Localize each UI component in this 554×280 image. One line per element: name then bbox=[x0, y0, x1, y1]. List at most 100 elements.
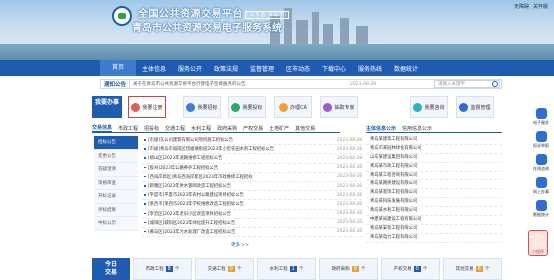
stat-traffic[interactable]: 交通工程 0 个 bbox=[195, 258, 254, 280]
list-item[interactable]: 青岛某科技发展有限公司 bbox=[366, 198, 502, 208]
nav-download[interactable]: 下载中心 bbox=[316, 64, 352, 73]
list-item[interactable]: 青岛某装饰工程有限公司 bbox=[366, 189, 502, 199]
tab-property[interactable]: 产权交易 bbox=[243, 125, 263, 132]
trade-tabs: 交易信息 市政工程 招投标 交通工程 水利工程 政府采购 产权交易 土地矿产 其… bbox=[92, 124, 340, 133]
side-tabs: 招标公告 变更公告 答疑澄清 资格审查 开标记录 评标结果 中标公示 bbox=[94, 136, 138, 231]
today-label: 今日 交易 bbox=[92, 258, 130, 280]
care-mode-link[interactable]: 关怀版 bbox=[533, 3, 548, 10]
more-link[interactable]: 更多 >> bbox=[231, 242, 249, 248]
building bbox=[296, 20, 308, 46]
list-item[interactable]: 青岛市某园林绿化有限公司 bbox=[366, 145, 502, 154]
stat-water[interactable]: 水利工程 1 个 bbox=[257, 258, 316, 280]
search-input[interactable]: 请输入关键字 bbox=[434, 80, 500, 88]
list-item[interactable]: 中建某局建设工程有限公司 bbox=[366, 216, 502, 225]
list-item[interactable]: 青岛某安装工程有限公司 bbox=[366, 225, 502, 234]
side-tab-qa[interactable]: 答疑澄清 bbox=[94, 163, 138, 177]
side-tab-opening[interactable]: 开标记录 bbox=[94, 190, 138, 204]
notice-date: 2023-08-28 bbox=[350, 81, 377, 87]
stat-other[interactable]: 其他交易 6 个 bbox=[443, 258, 502, 280]
accessibility-link[interactable]: 无障碍 bbox=[514, 3, 529, 10]
nav-entity-info[interactable]: 主体信息 bbox=[136, 64, 172, 73]
search-placeholder: 请输入关键字 bbox=[438, 82, 465, 87]
tab-water[interactable]: 水利工程 bbox=[191, 125, 211, 132]
list-item[interactable]: 青岛某市政工程有限公司 bbox=[366, 163, 502, 172]
notice-label[interactable]: 通知公告 bbox=[101, 80, 131, 88]
service-icon bbox=[535, 108, 547, 119]
tab-trade-info[interactable]: 交易信息 bbox=[92, 124, 113, 132]
side-tab-winning[interactable]: 中标公示 bbox=[94, 217, 138, 231]
stat-property[interactable]: 产权交易 0 个 bbox=[381, 258, 440, 280]
tab-other[interactable]: 其他交易 bbox=[295, 125, 315, 132]
nav-district-news[interactable]: 区市动态 bbox=[280, 64, 316, 73]
page-title: 全国公共资源交易平台 (山东省·青岛市) bbox=[138, 9, 289, 20]
expert-button[interactable]: 抽取专家 bbox=[320, 96, 358, 118]
float-service[interactable]: 电子服务 bbox=[530, 108, 552, 126]
entity-tabs: 主体信息公示 信用信息公示 bbox=[366, 124, 502, 133]
list-item[interactable]: [城阳区]城阳区2023年绿化提升工程招标公告 2023-08-28 bbox=[142, 219, 362, 228]
tab-traffic[interactable]: 交通工程 bbox=[165, 125, 185, 132]
stat-procurement[interactable]: 政府采购 0 个 bbox=[319, 258, 378, 280]
side-tab-evaluation[interactable]: 评标结果 bbox=[94, 203, 138, 217]
tab-land[interactable]: 土地矿产 bbox=[269, 125, 289, 132]
list-item[interactable]: 青岛某工程咨询有限公司 bbox=[366, 172, 502, 181]
building bbox=[312, 12, 319, 46]
list-item[interactable]: [西海岸新区]青岛西海岸新区2023年市政维修工程招标 2023-08-28 bbox=[142, 173, 362, 182]
nav-service-public[interactable]: 服务公开 bbox=[172, 64, 208, 73]
list-item[interactable]: 青岛某建筑工程有限公司 bbox=[366, 136, 502, 145]
float-complaint[interactable]: 投诉举报 bbox=[530, 131, 552, 149]
news-list: [市级]东公司建筑有限公司项目施工招标公告 2023-08-28 [市级]青岛市城… bbox=[142, 136, 362, 238]
consult-button[interactable]: 我要咨询 bbox=[410, 96, 448, 118]
supervise-button[interactable]: 监督管理 bbox=[456, 96, 494, 118]
mini-program-widget[interactable]: 小程序 bbox=[528, 230, 548, 256]
side-tab-change-notice[interactable]: 变更公告 bbox=[94, 149, 138, 163]
side-tab-tender-notice[interactable]: 招标公告 bbox=[94, 136, 138, 150]
service-badge: 我要办事 bbox=[92, 96, 122, 118]
bid-button[interactable]: 我要投标 bbox=[228, 96, 266, 118]
supervise-icon bbox=[459, 102, 469, 112]
register-button[interactable]: 我要注册 bbox=[128, 96, 166, 118]
tab-procurement[interactable]: 政府采购 bbox=[217, 125, 237, 132]
building bbox=[323, 24, 333, 46]
list-item[interactable]: [崂山区]2023年道路维修工程招标公告 2023-08-28 bbox=[142, 154, 362, 164]
tab-credit-info[interactable]: 信用信息公示 bbox=[402, 125, 432, 132]
nav-statistics[interactable]: 数据统计 bbox=[388, 64, 424, 73]
building bbox=[340, 18, 349, 46]
list-item[interactable]: [市级]东公司建筑有限公司项目施工招标公告 2023-08-28 bbox=[142, 136, 362, 146]
nav-home[interactable]: 首页 bbox=[100, 60, 136, 76]
float-online[interactable]: 网上办事 bbox=[530, 177, 552, 195]
list-item[interactable]: 青岛某路桥建设有限公司 bbox=[366, 180, 502, 190]
platform-logo bbox=[112, 6, 132, 26]
nav-supervision[interactable]: 监督管理 bbox=[244, 64, 280, 73]
consult-icon bbox=[413, 102, 423, 112]
stat-municipal[interactable]: 市政工程 8 个 bbox=[133, 258, 192, 280]
tab-entity-info[interactable]: 主体信息公示 bbox=[366, 125, 396, 132]
expert-icon bbox=[323, 102, 333, 112]
bid-icon bbox=[231, 102, 241, 112]
list-item[interactable]: [莱西市]莱西市2023年学校维修改造工程招标公告 2023-08-28 bbox=[142, 200, 362, 210]
nav-policy[interactable]: 政策法规 bbox=[208, 64, 244, 73]
float-consult[interactable]: 在线咨询 bbox=[530, 154, 552, 172]
search-icon[interactable] bbox=[492, 81, 498, 87]
tab-municipal[interactable]: 市政工程 bbox=[118, 125, 138, 132]
list-item[interactable]: [平度市]平度市2023年农村公路建设项目招标公告 2023-08-28 bbox=[142, 191, 362, 201]
notice-text[interactable]: 关于在青岛市公共资源交易平台行使电子签章服务的公告 bbox=[130, 81, 350, 87]
list-item[interactable]: [黄岛区]2023年污水处理厂改造工程招标公告 2023-08-28 bbox=[142, 228, 362, 238]
list-item[interactable]: [李沧区]2023年老旧小区改造项目招标公告 2023-08-28 bbox=[142, 210, 362, 219]
list-item[interactable]: 青岛某水利工程有限公司 bbox=[366, 207, 502, 217]
nav-hotline[interactable]: 服务热线 bbox=[352, 64, 388, 73]
header-banner: 全国公共资源交易平台 (山东省·青岛市) 青岛市公共资源交易电子服务系统 无障碍 … bbox=[0, 0, 554, 60]
ca-icon bbox=[279, 102, 289, 112]
list-item[interactable]: 山东某建设集团有限公司 bbox=[366, 154, 502, 163]
stats-icon bbox=[535, 200, 547, 211]
list-item[interactable]: [胶州]2023年公路养护工程招标公告 2023-08-28 bbox=[142, 164, 362, 173]
tender-button[interactable]: 我要招标 bbox=[183, 96, 221, 118]
list-item[interactable]: [市级]青岛市城阳区惜福镇街道2023年小型农田水利工程招标公告 2023-08-… bbox=[142, 145, 362, 155]
tab-bidding[interactable]: 招投标 bbox=[144, 125, 159, 132]
ca-button[interactable]: 办理CA bbox=[274, 96, 312, 118]
top-links: 无障碍 关怀版 bbox=[514, 3, 548, 10]
list-item[interactable]: [即墨区]2023年供水管网改造工程招标公告 2023-08-28 bbox=[142, 182, 362, 192]
float-stats[interactable]: 数据统计 bbox=[530, 200, 552, 218]
tender-icon bbox=[186, 102, 196, 112]
list-item[interactable]: 青岛某电力工程有限公司 bbox=[366, 234, 502, 243]
side-tab-qualification[interactable]: 资格审查 bbox=[94, 176, 138, 190]
